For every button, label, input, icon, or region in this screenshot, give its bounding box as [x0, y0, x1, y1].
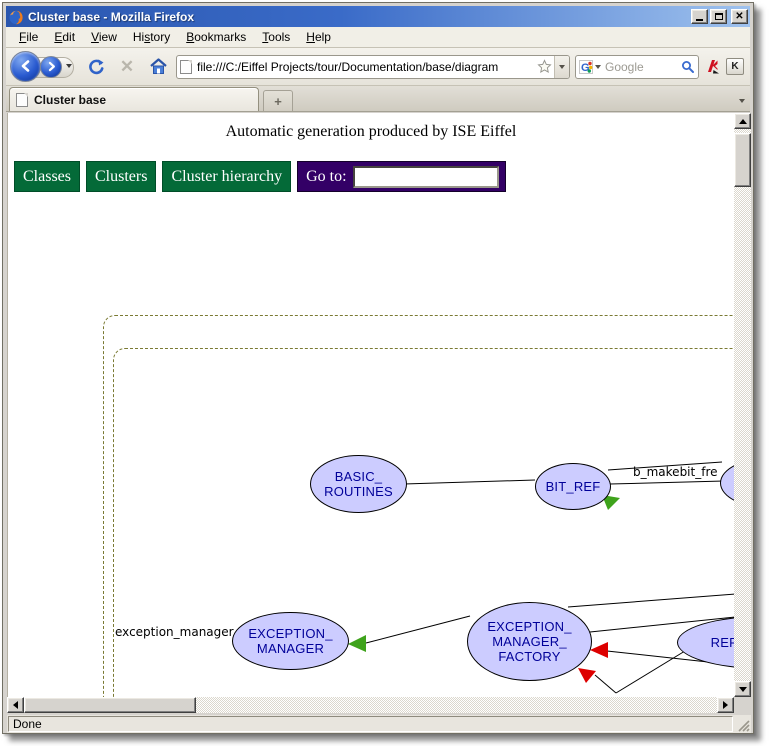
- search-engine-dropdown[interactable]: [593, 65, 603, 69]
- scroll-down-icon: [739, 687, 747, 692]
- search-magnifier-icon[interactable]: [681, 60, 695, 74]
- tab-strip: Cluster base +: [6, 86, 750, 112]
- edge-label-b-makebit: b_makebit_fre: [633, 465, 731, 479]
- vertical-scrollbar[interactable]: [734, 113, 751, 697]
- minimize-button[interactable]: [691, 9, 708, 24]
- menu-bar: File Edit View History Bookmarks Tools H…: [6, 27, 750, 48]
- browser-client-area: Automatic generation produced by ISE Eif…: [7, 113, 751, 713]
- tab-favicon: [16, 93, 28, 107]
- recent-pages-dropdown[interactable]: [66, 64, 72, 68]
- bookmark-star-icon[interactable]: [537, 59, 552, 74]
- status-text: Done: [13, 717, 42, 731]
- close-button[interactable]: ✕: [731, 9, 748, 24]
- stop-icon: ✕: [120, 57, 134, 77]
- node-exception-manager[interactable]: EXCEPTION_ MANAGER: [232, 612, 349, 670]
- scrollbar-corner: [734, 697, 751, 713]
- horizontal-scroll-thumb[interactable]: [24, 697, 196, 713]
- page-favicon: [180, 60, 192, 74]
- scroll-left-button[interactable]: [7, 697, 24, 713]
- list-all-tabs-dropdown[interactable]: [734, 91, 750, 111]
- close-icon: ✕: [735, 12, 743, 22]
- maximize-button[interactable]: [710, 9, 727, 24]
- back-arrow-icon: [19, 59, 33, 73]
- k-addon-button[interactable]: K: [726, 58, 744, 75]
- red-arrowhead-factory-1: [590, 642, 608, 658]
- vertical-scroll-thumb[interactable]: [734, 133, 751, 187]
- forward-button[interactable]: [40, 56, 62, 78]
- maximize-icon: [715, 13, 723, 20]
- node-basic-routines[interactable]: BASIC_ ROUTINES: [310, 455, 407, 513]
- resize-grip[interactable]: [736, 718, 750, 732]
- menu-bookmarks[interactable]: Bookmarks: [178, 28, 254, 46]
- menu-file[interactable]: File: [11, 28, 46, 46]
- window-title: Cluster base - Mozilla Firefox: [28, 10, 691, 24]
- reload-button[interactable]: [83, 53, 109, 81]
- google-engine-icon: G: [579, 60, 593, 74]
- stop-button[interactable]: ✕: [114, 53, 140, 81]
- scroll-up-icon: [739, 119, 747, 124]
- node-bit-ref[interactable]: BIT_REF: [535, 463, 611, 510]
- scroll-right-button[interactable]: [717, 697, 734, 713]
- edge-label-exception-manager: exception_manager: [115, 625, 234, 639]
- home-button[interactable]: [145, 53, 171, 81]
- scroll-up-button[interactable]: [734, 113, 751, 129]
- menu-help[interactable]: Help: [298, 28, 339, 46]
- url-input[interactable]: [192, 60, 535, 74]
- minimize-icon: [696, 19, 703, 21]
- status-bar: Done: [7, 715, 751, 733]
- back-forward-cluster: [10, 50, 78, 84]
- search-input[interactable]: [603, 60, 681, 74]
- menu-edit[interactable]: Edit: [46, 28, 83, 46]
- firefox-logo-icon: [8, 9, 24, 25]
- tab-title: Cluster base: [34, 93, 106, 107]
- diagram-edges: [8, 113, 734, 697]
- url-history-dropdown[interactable]: [554, 56, 569, 78]
- node-exception-manager-factory[interactable]: EXCEPTION_ MANAGER_ FACTORY: [467, 602, 592, 681]
- search-bar[interactable]: G: [575, 55, 699, 79]
- status-text-panel: Done: [8, 716, 733, 732]
- title-bar[interactable]: Cluster base - Mozilla Firefox ✕: [6, 6, 750, 27]
- screenshot-canvas: Cluster base - Mozilla Firefox ✕ File Ed…: [0, 0, 770, 746]
- horizontal-scrollbar[interactable]: [7, 697, 734, 713]
- forward-arrow-icon: [46, 61, 57, 72]
- scroll-down-button[interactable]: [734, 681, 751, 697]
- tab-cluster-base[interactable]: Cluster base: [9, 87, 259, 111]
- reload-icon: [87, 58, 105, 76]
- back-button[interactable]: [10, 51, 41, 82]
- green-arrowhead-exception-manager: [348, 635, 366, 652]
- new-tab-button[interactable]: +: [263, 90, 293, 111]
- menu-history[interactable]: History: [125, 28, 178, 46]
- scroll-left-icon: [13, 701, 18, 709]
- menu-view[interactable]: View: [83, 28, 125, 46]
- page-viewport: Automatic generation produced by ISE Eif…: [7, 113, 734, 697]
- navigation-toolbar: ✕ G: [6, 48, 750, 86]
- home-icon: [149, 58, 168, 75]
- location-bar[interactable]: [176, 55, 570, 79]
- red-arrowhead-factory-2: [578, 668, 596, 683]
- kaspersky-addon-icon[interactable]: [704, 58, 721, 75]
- menu-tools[interactable]: Tools: [254, 28, 298, 46]
- firefox-window: Cluster base - Mozilla Firefox ✕ File Ed…: [2, 2, 754, 734]
- scroll-right-icon: [723, 701, 728, 709]
